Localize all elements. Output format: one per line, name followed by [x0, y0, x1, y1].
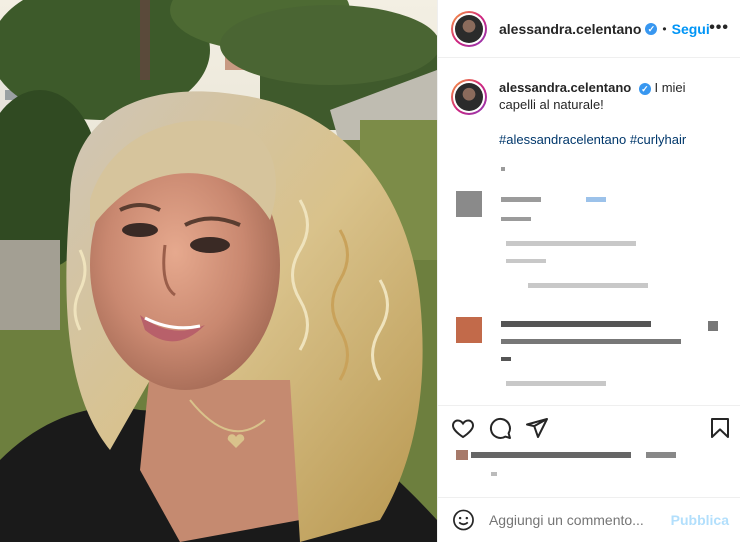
post-photo-image: [0, 0, 437, 542]
bookmark-icon[interactable]: [708, 416, 732, 440]
caption-hashtags[interactable]: #alessandracelentano #curlyhair: [499, 131, 714, 148]
comments-section[interactable]: alessandra.celentano ✓ I miei capelli al…: [438, 59, 740, 404]
caption-verified-badge-icon: ✓: [638, 82, 651, 95]
author-avatar[interactable]: [451, 10, 487, 47]
header-separator: •: [662, 21, 667, 36]
post-header: alessandra.celentano ✓ • Segui •••: [438, 0, 740, 58]
publish-button[interactable]: Pubblica: [671, 512, 729, 528]
heart-icon[interactable]: [451, 416, 475, 440]
emoji-icon[interactable]: [452, 508, 475, 532]
post-photo[interactable]: [0, 0, 437, 542]
author-username[interactable]: alessandra.celentano: [499, 21, 641, 37]
share-icon[interactable]: [525, 416, 549, 440]
caption-username[interactable]: alessandra.celentano: [499, 80, 631, 95]
comment-input[interactable]: [488, 512, 671, 528]
caption-avatar[interactable]: [451, 79, 487, 115]
post-caption: alessandra.celentano ✓ I miei capelli al…: [438, 59, 740, 148]
caption-text-block: alessandra.celentano ✓ I miei capelli al…: [499, 79, 714, 148]
likes-summary-censored: [451, 446, 731, 482]
post-sidebar: alessandra.celentano ✓ • Segui ••• aless…: [437, 0, 740, 542]
comment-icon[interactable]: [488, 416, 512, 440]
more-options-icon[interactable]: •••: [709, 19, 729, 37]
post-actions: [438, 405, 740, 449]
instagram-post: alessandra.celentano ✓ • Segui ••• aless…: [0, 0, 740, 542]
follow-button[interactable]: Segui: [672, 21, 710, 37]
verified-badge-icon: ✓: [645, 22, 658, 35]
add-comment-bar: Pubblica: [438, 497, 740, 542]
